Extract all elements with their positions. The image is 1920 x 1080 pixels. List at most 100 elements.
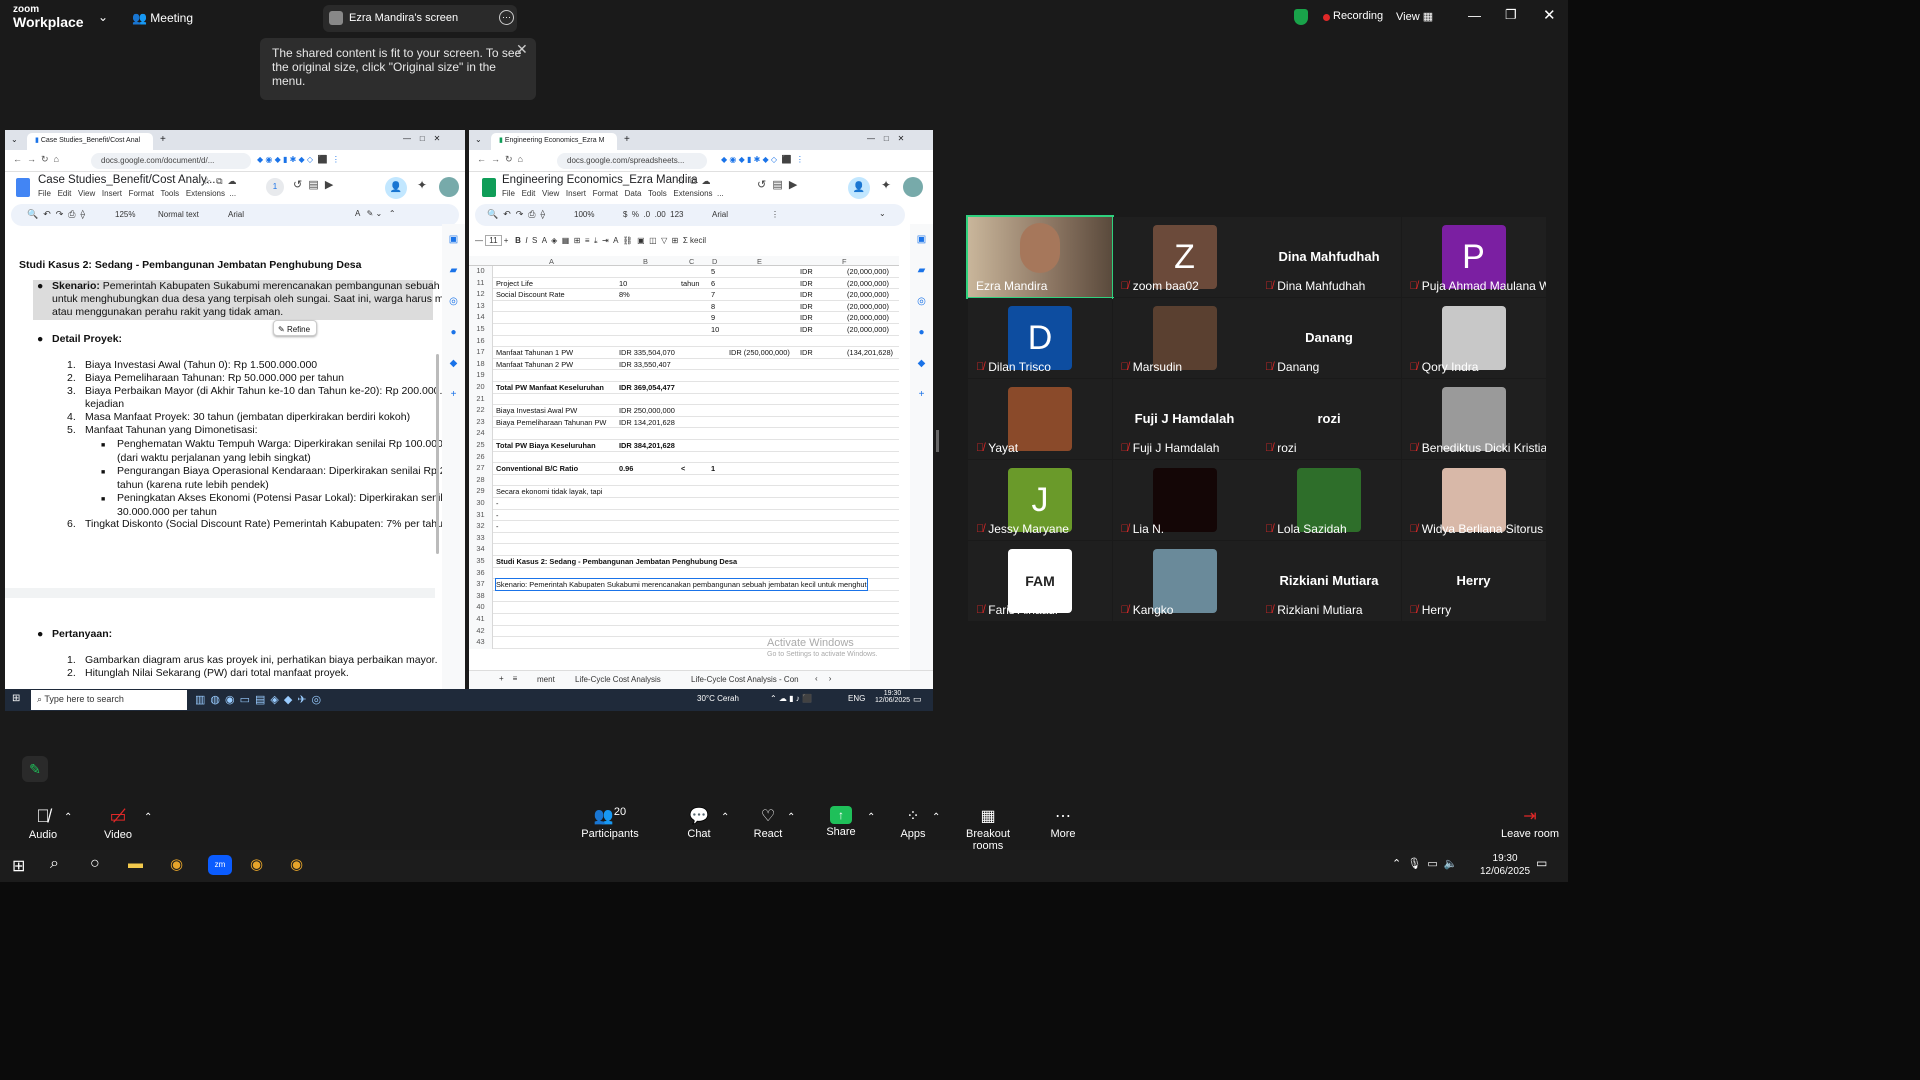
row-number[interactable]: 41 (469, 614, 493, 626)
doc-title[interactable]: Case Studies_Benefit/Cost Analy... (38, 174, 216, 186)
share-button[interactable]: ↑ Share (826, 806, 856, 846)
font-select[interactable]: Arial (228, 210, 244, 219)
cell-b[interactable]: 0.96 (619, 463, 633, 474)
cell-f[interactable]: (20,000,000) (847, 289, 889, 300)
zoom-select[interactable]: 125% (115, 210, 135, 219)
nav-icons[interactable]: ← → ↻ ⌂ (477, 154, 523, 165)
annotate-pen-icon[interactable]: ✎ (22, 756, 48, 782)
row-number[interactable]: 15 (469, 324, 493, 336)
chrome-icon[interactable]: ◉ (170, 855, 183, 873)
row-number[interactable]: 18 (469, 358, 493, 371)
cell-a[interactable]: Studi Kasus 2: Sedang - Pembangunan Jemb… (496, 556, 737, 567)
cell-a[interactable]: Conventional B/C Ratio (496, 463, 578, 474)
cell-b[interactable]: IDR 369,054,477 (619, 382, 675, 393)
row-number[interactable]: 43 (469, 637, 493, 649)
participant-tile[interactable]: 🎙̸ Lola Sazidah (1257, 460, 1401, 540)
participant-tile[interactable]: D 🎙̸ Dilan Trisco (968, 298, 1112, 378)
header-tool-icons[interactable]: ↺ ▤ ▶ (293, 178, 333, 191)
audio-button[interactable]: 🎙̸ Audio (20, 806, 66, 846)
participant-tile[interactable]: Herry 🎙̸ Herry (1401, 541, 1546, 621)
row-number[interactable]: 26 (469, 451, 493, 464)
menu-extensions[interactable]: Extensions (673, 189, 712, 198)
screen-owner-pill[interactable]: Ezra Mandira's screen ··· (323, 5, 517, 32)
collapse-icon[interactable]: ⌄ (879, 209, 886, 218)
row-number[interactable]: 12 (469, 289, 493, 301)
cell-f[interactable]: (134,201,628) (847, 347, 893, 358)
cell-a[interactable]: Biaya Investasi Awal PW (496, 405, 577, 416)
extension-icons[interactable]: ◆ ◉ ◆ ▮ ✱ ◆ ◇ ⬛ ⋮ (721, 155, 804, 164)
doc-title-icons[interactable]: ☆ ⧉ ☁ (203, 176, 237, 187)
gemini-icon[interactable]: ✦ (881, 178, 891, 192)
react-button[interactable]: ♡ React (753, 806, 783, 846)
cell-f1[interactable]: IDR (800, 312, 813, 323)
row-number[interactable]: 23 (469, 416, 493, 429)
menu-tools[interactable]: Tools (648, 189, 667, 198)
add-sheet-icon[interactable]: + ≡ (499, 674, 517, 683)
row-number[interactable]: 40 (469, 602, 493, 614)
more-tools-icon[interactable]: ⋮ (771, 210, 779, 219)
zoom-icon[interactable]: zm (208, 855, 232, 875)
menu-format[interactable]: Format (129, 189, 154, 198)
cell-d[interactable]: 6 (711, 278, 715, 289)
row-number[interactable]: 22 (469, 405, 493, 417)
gemini-icon[interactable]: ✦ (417, 178, 427, 192)
participant-tile[interactable]: Dina Mahfudhah 🎙̸ Dina Mahfudhah (1257, 217, 1401, 297)
row-number[interactable]: 32 (469, 521, 493, 533)
splitter-handle[interactable] (936, 430, 939, 452)
cell-a[interactable]: Manfaat Tahunan 1 PW (496, 347, 573, 358)
participant-tile[interactable]: 🎙̸ Kangko (1112, 541, 1257, 621)
row-number[interactable]: 14 (469, 312, 493, 324)
row-number[interactable]: 24 (469, 428, 493, 440)
cell-b[interactable]: IDR 134,201,628 (619, 417, 675, 428)
view-button[interactable]: View ▦ (1396, 10, 1433, 23)
leave-room-button[interactable]: ⇥ Leave room (1500, 806, 1560, 846)
participant-tile[interactable]: P🎙̸Puja Ahmad Maulana W... (1401, 217, 1546, 297)
chevron-up-icon[interactable]: ⌃ (64, 812, 72, 823)
menu-data[interactable]: Data (625, 189, 642, 198)
participant-tile[interactable]: 🎙̸ Benediktus Dicki Kristian (1401, 379, 1546, 459)
row-number[interactable]: 16 (469, 335, 493, 348)
edit-mode-icons[interactable]: A ✎ ⌄ ⌃ (355, 209, 396, 218)
format-icons[interactable]: + B I S A ◈ ▦ ⊞ ≡ ⤓ ⇥ A ⛓ ▣ ◫ ▽ ⊞ Σ keci… (502, 236, 706, 245)
participant-tile[interactable]: 🎙̸ Yayat (968, 379, 1112, 459)
cell-c[interactable]: < (681, 463, 685, 474)
cell-a[interactable]: Total PW Biaya Keseluruhan (496, 440, 596, 451)
cell-a[interactable]: Social Discount Rate (496, 289, 565, 300)
menu-file[interactable]: File (502, 189, 515, 198)
cell-f1[interactable]: IDR (800, 278, 813, 289)
cell-f1[interactable]: IDR (800, 289, 813, 300)
cell-b[interactable]: 8% (619, 289, 630, 300)
row-number[interactable]: 19 (469, 370, 493, 382)
cell-b[interactable]: 10 (619, 278, 627, 289)
menu-more[interactable]: ... (229, 189, 236, 198)
shared-taskbar-apps[interactable]: ▥◍◉▭▤◈◆✈◎ (195, 693, 326, 706)
cell-f1[interactable]: IDR (800, 266, 813, 277)
participants-button[interactable]: 👥20 Participants (580, 806, 640, 846)
row-number[interactable]: 28 (469, 474, 493, 487)
font-size-input[interactable]: 11 (485, 235, 502, 246)
docs-url[interactable]: docs.google.com/document/d/... (91, 153, 251, 169)
cell-a[interactable]: Manfaat Tahunan 2 PW (496, 359, 573, 370)
row-number[interactable]: 42 (469, 625, 493, 638)
font-select[interactable]: Arial (712, 210, 728, 219)
participant-tile[interactable]: Ezra Mandira (966, 215, 1114, 299)
shared-search-box[interactable]: ⌕ Type here to search (31, 690, 187, 710)
sheet-tab[interactable]: Life-Cycle Cost Analysis - Con (691, 675, 799, 684)
new-tab-icon[interactable]: + (624, 134, 630, 145)
windows-start-icon[interactable]: ⊞ (12, 856, 25, 876)
cell-a[interactable]: Skenario: Pemerintah Kabupaten Sukabumi … (495, 578, 868, 592)
cell-d[interactable]: 7 (711, 289, 715, 300)
toolbar-icons[interactable]: 🔍 ↶ ↷ ⎙ ⟠ (27, 209, 85, 220)
new-tab-icon[interactable]: + (160, 134, 166, 145)
recording-label[interactable]: Recording (1333, 10, 1383, 22)
search-icon[interactable]: ⌕ (50, 855, 59, 873)
menu-edit[interactable]: Edit (58, 189, 72, 198)
chat-button[interactable]: 💬 Chat (684, 806, 714, 846)
shared-tray-icons[interactable]: ⌃ ☁ ▮ ♪ ⬛ (770, 694, 812, 703)
cell-b[interactable]: IDR 33,550,407 (619, 359, 671, 370)
cell-b[interactable]: IDR 250,000,000 (619, 405, 675, 416)
format-icons-left[interactable]: — (475, 236, 485, 245)
maximize-button[interactable]: ❐ (1505, 7, 1517, 23)
row-number[interactable]: 31 (469, 509, 493, 522)
chevron-up-icon[interactable]: ⌃ (867, 812, 875, 823)
